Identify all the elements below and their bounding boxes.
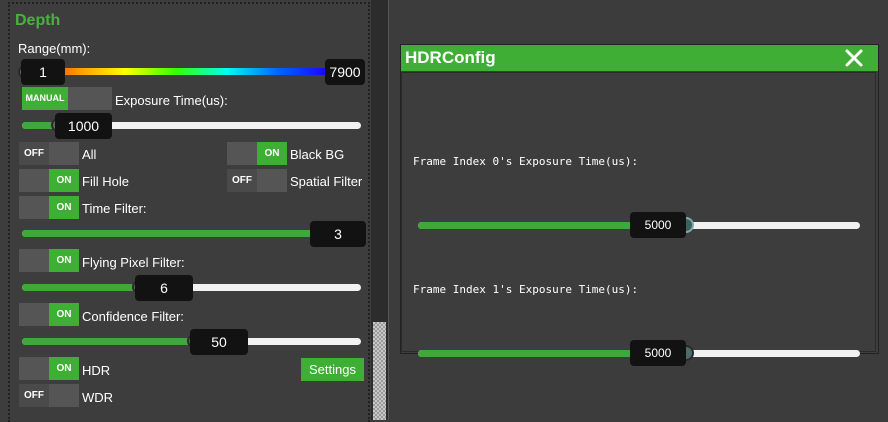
panel-divider bbox=[388, 0, 389, 420]
wdr-label: WDR bbox=[82, 390, 114, 405]
all-label: All bbox=[82, 147, 97, 162]
range-min-value: 1 bbox=[21, 59, 65, 85]
confidence-slider-fill bbox=[22, 338, 192, 345]
depth-panel: Depth Range(mm): 1 7900 MANUAL Exposure … bbox=[0, 0, 371, 422]
exposure-time-label: Exposure Time(us): bbox=[115, 93, 228, 108]
range-max-value: 7900 bbox=[325, 59, 365, 85]
hdr-config-title: HDRConfig bbox=[405, 48, 496, 67]
panel-border-top bbox=[8, 2, 370, 4]
fill-hole-label: Fill Hole bbox=[82, 174, 129, 189]
flying-pixel-toggle[interactable]: ON bbox=[19, 249, 79, 272]
time-filter-toggle[interactable]: ON bbox=[19, 196, 79, 219]
close-icon[interactable] bbox=[841, 45, 867, 71]
spatial-filter-toggle-knob: OFF bbox=[227, 169, 257, 192]
frame0-label: Frame Index 0's Exposure Time(us): bbox=[413, 155, 639, 168]
hdr-label: HDR bbox=[82, 363, 111, 378]
spatial-filter-label: Spatial Filter bbox=[290, 174, 363, 189]
hdr-config-body: Frame Index 0's Exposure Time(us): 5000 … bbox=[401, 72, 876, 366]
settings-button[interactable]: Settings bbox=[301, 358, 364, 381]
frame1-value: 5000 bbox=[630, 340, 686, 366]
all-toggle-knob: OFF bbox=[19, 142, 49, 165]
flying-pixel-label: Flying Pixel Filter: bbox=[82, 255, 185, 270]
confidence-toggle-knob: ON bbox=[49, 303, 79, 326]
exposure-mode-toggle[interactable]: MANUAL bbox=[22, 87, 112, 110]
spatial-filter-toggle[interactable]: OFF bbox=[227, 169, 287, 192]
hdr-config-window: HDRConfig Frame Index 0's Exposure Time(… bbox=[400, 44, 879, 366]
scrollbar-thumb[interactable] bbox=[373, 322, 386, 420]
fill-hole-toggle[interactable]: ON bbox=[19, 169, 79, 192]
confidence-label: Confidence Filter: bbox=[82, 309, 184, 324]
confidence-value: 50 bbox=[190, 329, 248, 355]
time-filter-toggle-knob: ON bbox=[49, 196, 79, 219]
wdr-toggle-knob: OFF bbox=[19, 384, 49, 407]
hdr-toggle-knob: ON bbox=[49, 357, 79, 380]
hdr-toggle[interactable]: ON bbox=[19, 357, 79, 380]
flying-pixel-toggle-knob: ON bbox=[49, 249, 79, 272]
frame1-label: Frame Index 1's Exposure Time(us): bbox=[413, 283, 639, 296]
black-bg-toggle[interactable]: ON bbox=[227, 142, 287, 165]
exposure-value: 1000 bbox=[55, 113, 112, 139]
frame0-value: 5000 bbox=[630, 212, 686, 238]
wdr-toggle[interactable]: OFF bbox=[19, 384, 79, 407]
panel-border-left bbox=[8, 2, 10, 422]
panel-border-right bbox=[368, 2, 370, 422]
range-slider-track[interactable] bbox=[24, 68, 362, 75]
fill-hole-toggle-knob: ON bbox=[49, 169, 79, 192]
time-filter-label: Time Filter: bbox=[82, 201, 147, 216]
flying-pixel-value: 6 bbox=[135, 275, 193, 301]
black-bg-label: Black BG bbox=[290, 147, 345, 162]
time-filter-value: 3 bbox=[310, 221, 366, 247]
range-label: Range(mm): bbox=[18, 41, 91, 56]
hdr-config-titlebar[interactable]: HDRConfig bbox=[401, 45, 878, 71]
confidence-toggle[interactable]: ON bbox=[19, 303, 79, 326]
flying-pixel-slider-fill bbox=[22, 284, 134, 291]
depth-title: Depth bbox=[15, 12, 61, 29]
black-bg-toggle-knob: ON bbox=[257, 142, 287, 165]
all-toggle[interactable]: OFF bbox=[19, 142, 79, 165]
exposure-mode-knob: MANUAL bbox=[22, 87, 68, 110]
